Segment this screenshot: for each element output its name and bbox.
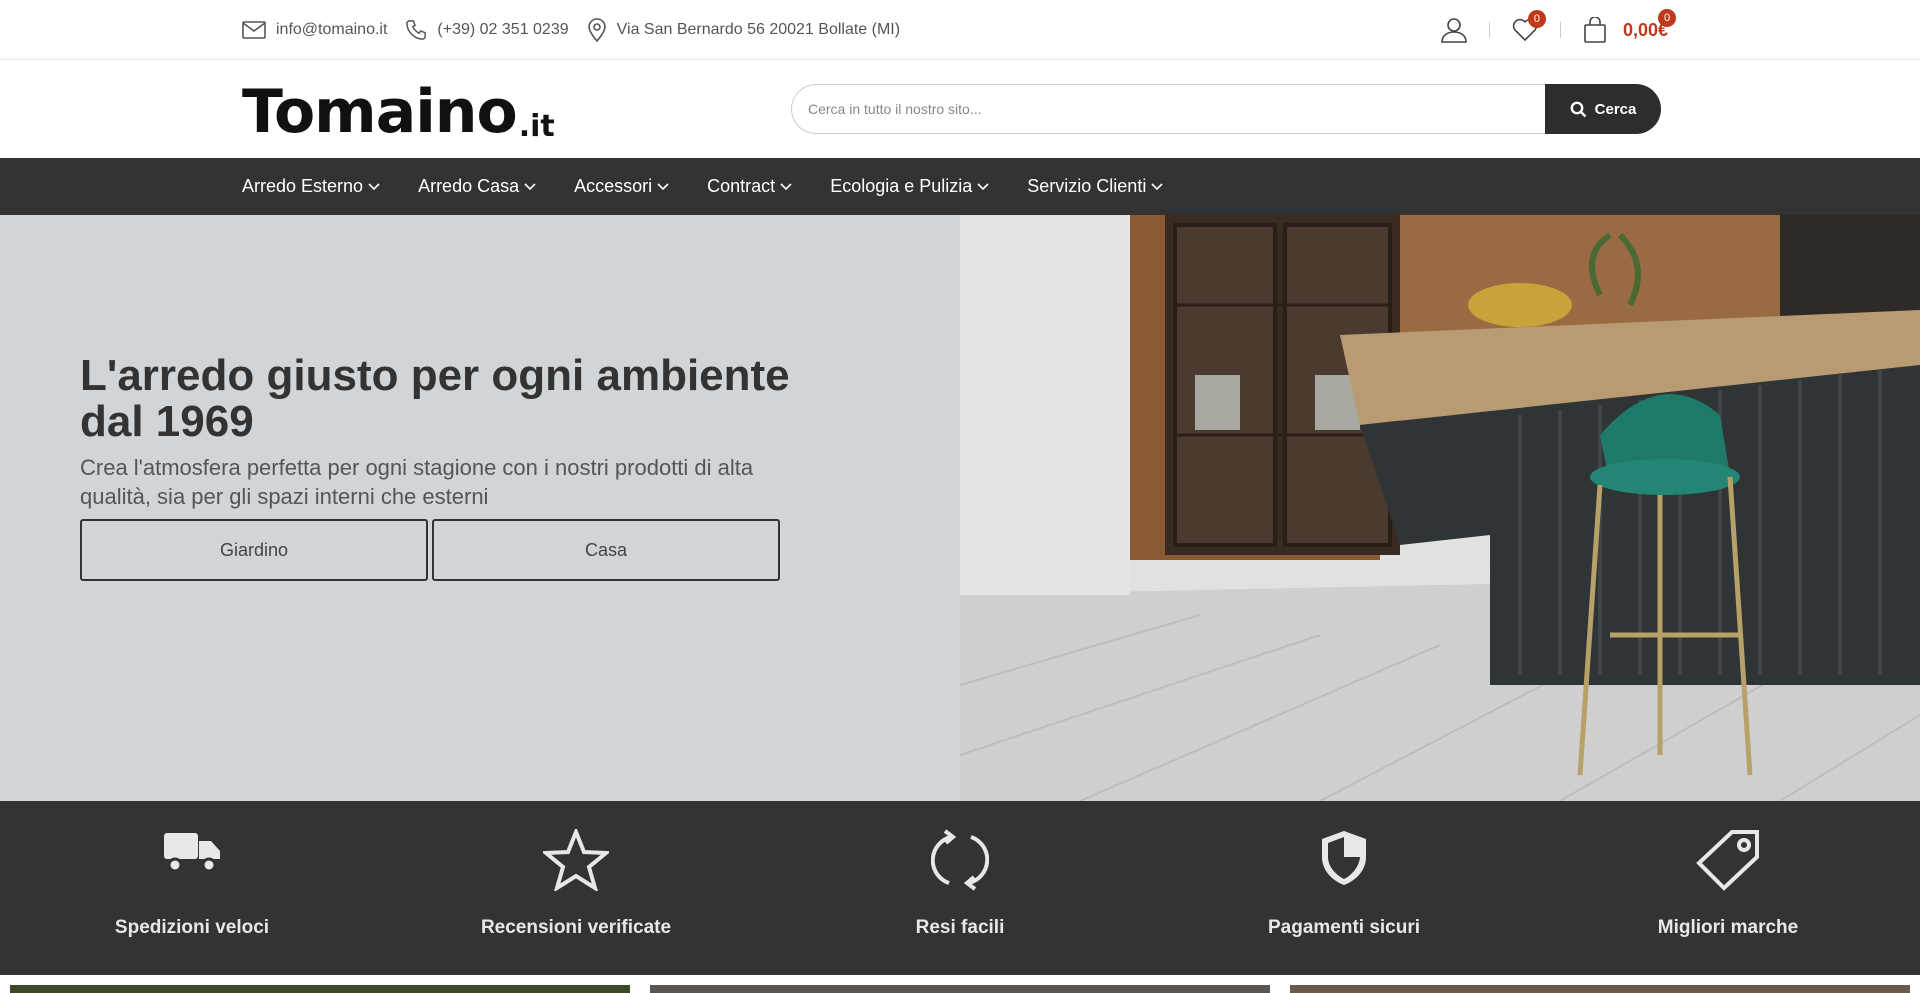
contact-phone[interactable]: (+39) 02 351 0239 — [405, 19, 569, 41]
phone-text: (+39) 02 351 0239 — [437, 21, 569, 38]
contact-address[interactable]: Via San Bernardo 56 20021 Bollate (MI) — [587, 18, 900, 42]
address-text: Via San Bernardo 56 20021 Bollate (MI) — [616, 21, 901, 38]
casa-button[interactable]: Casa — [432, 519, 780, 581]
search-button-label: Cerca — [1594, 100, 1637, 118]
mail-icon — [242, 21, 266, 39]
nav-item-label: Arredo Esterno — [242, 176, 364, 196]
search-button[interactable]: Cerca — [1545, 84, 1661, 134]
shopping-bag-icon — [1584, 17, 1606, 43]
nav-item-arredo-casa[interactable]: Arredo Casa — [418, 176, 536, 197]
category-image[interactable] — [650, 985, 1270, 993]
nav-item-label: Accessori — [574, 176, 653, 196]
logo[interactable]: Tomaino .it — [242, 82, 555, 142]
tag-icon — [1696, 830, 1759, 891]
nav-item-label: Arredo Casa — [418, 176, 520, 196]
main-nav: Arredo Esterno Arredo Casa Accessori Con… — [0, 158, 1920, 215]
shield-icon — [1322, 831, 1366, 885]
divider — [1488, 22, 1490, 38]
category-image[interactable] — [1290, 985, 1910, 993]
chevron-down-icon — [977, 182, 989, 190]
nav-item-ecologia-pulizia[interactable]: Ecologia e Pulizia — [830, 176, 989, 197]
cart-badge: 0 — [1658, 9, 1676, 27]
chevron-down-icon — [657, 182, 669, 190]
hero-kitchen-image — [960, 215, 1920, 801]
phone-icon — [406, 20, 427, 40]
feature-label: Migliori marche — [1657, 917, 1799, 938]
hero-title: L'arredo giusto per ogni ambiente dal 19… — [80, 351, 790, 446]
account-button[interactable] — [1441, 17, 1467, 43]
nav-item-servizio-clienti[interactable]: Servizio Clienti — [1027, 176, 1163, 197]
feature-item: Spedizioni veloci — [62, 801, 322, 975]
cart-button[interactable]: 0 0,00€ — [1583, 9, 1676, 43]
site-header: Tomaino .it Cerca — [0, 60, 1920, 158]
logo-text: Tomaino — [242, 77, 518, 147]
nav-item-label: Contract — [707, 176, 776, 196]
nav-item-accessori[interactable]: Accessori — [574, 176, 669, 197]
feature-item: Recensioni verificate — [446, 801, 706, 975]
feature-item: Resi facili — [830, 801, 1090, 975]
chevron-down-icon — [524, 182, 536, 190]
hero-subtitle: Crea l'atmosfera perfetta per ogni stagi… — [80, 455, 754, 509]
search-input[interactable] — [791, 84, 1545, 134]
nav-item-contract[interactable]: Contract — [707, 176, 792, 197]
refresh-icon — [931, 829, 989, 891]
feature-label: Spedizioni veloci — [114, 917, 270, 938]
feature-label: Resi facili — [915, 917, 1005, 938]
feature-item: Pagamenti sicuri — [1214, 801, 1474, 975]
features-bar: Spedizioni veloci Recensioni verificate … — [0, 801, 1920, 975]
user-icon — [1441, 18, 1467, 43]
kitchen-illustration — [960, 215, 1920, 801]
truck-icon — [164, 833, 220, 873]
top-bar: info@tomaino.it (+39) 02 351 0239 Via Sa… — [0, 0, 1920, 60]
nav-item-label: Servizio Clienti — [1027, 176, 1147, 196]
hero-banner: L'arredo giusto per ogni ambiente dal 19… — [0, 215, 1920, 801]
chevron-down-icon — [1151, 182, 1163, 190]
wishlist-button[interactable]: 0 — [1512, 10, 1546, 42]
contact-email[interactable]: info@tomaino.it — [242, 21, 387, 39]
star-icon — [543, 829, 609, 891]
search-bar: Cerca — [791, 84, 1661, 134]
wishlist-badge: 0 — [1527, 10, 1546, 28]
feature-item: Migliori marche — [1598, 801, 1858, 975]
feature-label: Pagamenti sicuri — [1267, 917, 1421, 938]
logo-suffix: .it — [518, 109, 555, 144]
divider — [1559, 22, 1561, 38]
search-icon — [1570, 101, 1586, 117]
nav-item-label: Ecologia e Pulizia — [830, 176, 973, 196]
hero-text: L'arredo giusto per ogni ambiente dal 19… — [80, 353, 800, 581]
category-images-strip — [0, 975, 1920, 993]
chevron-down-icon — [368, 182, 380, 190]
chevron-down-icon — [780, 182, 792, 190]
giardino-button[interactable]: Giardino — [80, 519, 428, 581]
email-text: info@tomaino.it — [276, 21, 388, 38]
location-pin-icon — [587, 18, 606, 42]
nav-item-arredo-esterno[interactable]: Arredo Esterno — [242, 176, 380, 197]
feature-label: Recensioni verificate — [480, 917, 672, 938]
category-image[interactable] — [10, 985, 630, 993]
